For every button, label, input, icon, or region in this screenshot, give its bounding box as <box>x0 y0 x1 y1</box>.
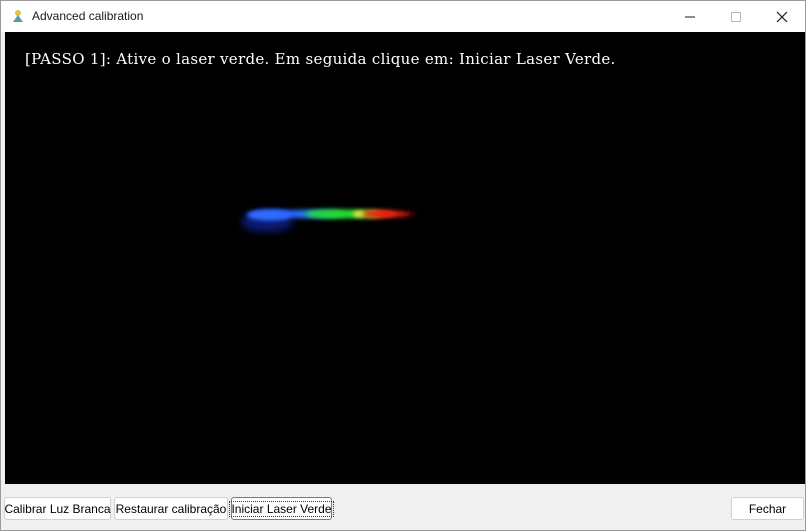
app-icon <box>10 8 26 24</box>
start-green-laser-label: Iniciar Laser Verde <box>229 500 334 517</box>
advanced-calibration-window: Advanced calibration [PASSO 1]: Ative o … <box>0 0 806 531</box>
window-title: Advanced calibration <box>32 9 144 23</box>
instruction-text: [PASSO 1]: Ative o laser verde. Em segui… <box>25 50 616 68</box>
button-bar: Calibrar Luz Branca Restaurar calibração… <box>1 484 805 530</box>
close-window-button[interactable] <box>759 1 805 32</box>
minimize-icon <box>685 12 695 22</box>
close-button[interactable]: Fechar <box>731 497 804 520</box>
calibration-canvas: [PASSO 1]: Ative o laser verde. Em segui… <box>5 32 805 484</box>
title-bar[interactable]: Advanced calibration <box>1 1 805 32</box>
calibrate-white-light-button[interactable]: Calibrar Luz Branca <box>4 497 111 520</box>
restore-calibration-button[interactable]: Restaurar calibração <box>114 497 228 520</box>
maximize-icon <box>731 11 741 22</box>
maximize-button[interactable] <box>713 1 759 32</box>
start-green-laser-button[interactable]: Iniciar Laser Verde <box>229 497 334 520</box>
close-icon <box>776 11 788 23</box>
spectrum-image <box>241 209 419 232</box>
minimize-button[interactable] <box>667 1 713 32</box>
